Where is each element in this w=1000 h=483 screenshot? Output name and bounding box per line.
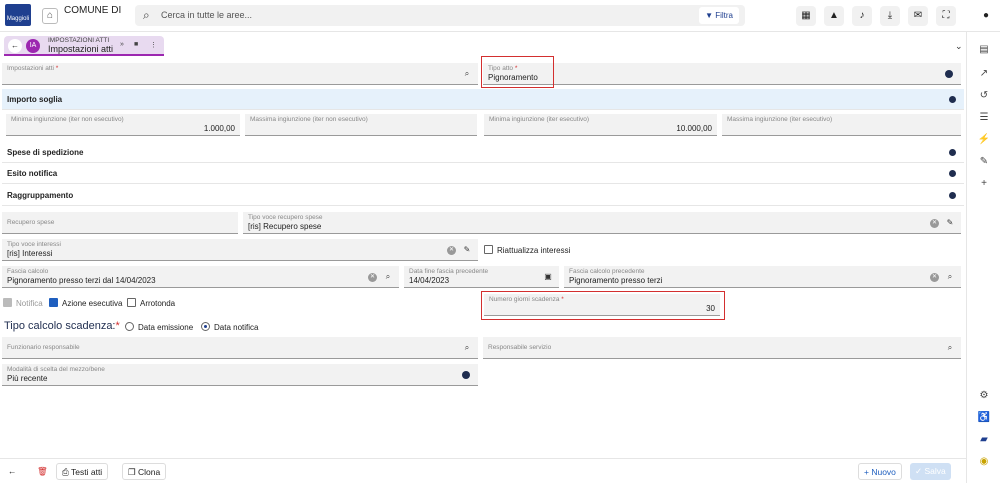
bell-icon[interactable]: ♪ [852,6,872,26]
search-icon[interactable]: ⌕ [462,69,472,79]
recupero-spese-field[interactable]: Recupero spese [2,212,238,234]
clona-button[interactable]: ❐ Clona [122,463,167,480]
data-fine-field[interactable]: Data fine fascia precedente 14/04/2023 ▣ [404,266,559,288]
download-icon[interactable]: ⤓ [880,6,900,26]
building-icon[interactable]: ⌂ [42,8,58,24]
clear-icon[interactable]: ✕ [930,273,939,282]
delete-icon[interactable]: 🗑 [32,463,53,480]
mail-icon[interactable]: ✉ [908,6,928,26]
section-spese-spedizione[interactable]: Spese di spedizione [2,142,964,163]
clear-icon[interactable]: ✕ [447,246,456,255]
expand-icon[interactable] [949,170,956,177]
fullscreen-icon[interactable]: ⛶ [936,6,956,26]
dropdown-icon[interactable] [945,70,953,78]
edit-icon[interactable]: ✎ [462,245,472,255]
section-esito-notifica[interactable]: Esito notifica [2,163,964,184]
tab-title: Impostazioni atti [48,44,114,54]
search-icon: ⌕ [143,8,150,22]
max-ing-esec-field[interactable]: Massima ingiunzione (iter esecutivo) [722,114,961,136]
edit-icon[interactable]: ✎ [945,218,955,228]
account-icon[interactable]: ● [976,6,996,26]
right-rail: ▤ ↗ ↺ ☰ ⚡ ✎ + ⚙ ♿ ▰ ◉ [966,32,1000,483]
list-icon[interactable]: ☰ [976,110,992,126]
riattualizza-checkbox[interactable]: Riattualizza interessi [484,245,570,256]
tipo-voce-interessi-field[interactable]: Tipo voce interessi [ris] Interessi ✕ ✎ [2,239,478,261]
modalita-field[interactable]: Modalità di scelta del mezzo/bene Più re… [2,364,478,386]
nuovo-button[interactable]: + Nuovo [858,463,902,480]
tipo-calcolo-label: Tipo calcolo scadenza:* [4,320,120,332]
plug-icon[interactable]: ⚡ [976,132,992,148]
bottom-bar: ← 🗑 ⎙ Testi atti ❐ Clona + Nuovo ✓ Salva [0,458,966,483]
dropdown-icon[interactable] [462,371,470,379]
responsabile-field[interactable]: Responsabile servizio ⌕ [483,337,961,359]
tipo-atto-field[interactable]: Tipo atto * Pignoramento [483,63,961,85]
global-search[interactable]: ⌕ Cerca in tutte le aree... ▼ Filtra [135,5,745,26]
arrotonda-checkbox[interactable]: Arrotonda [127,298,175,309]
edit-doc-icon[interactable]: ✎ [976,154,992,170]
calendar-icon[interactable]: ▣ [543,272,553,282]
expand-icon[interactable] [949,192,956,199]
gear-icon[interactable]: ⚙ [976,388,992,404]
funzionario-field[interactable]: Funzionario responsabile ⌕ [2,337,478,359]
testi-atti-button[interactable]: ⎙ Testi atti [56,463,109,480]
double-arrow-icon[interactable]: » [120,41,124,48]
tab-badge: IA [26,39,40,53]
notifica-checkbox[interactable]: Notifica [3,298,43,309]
radio-data-notifica[interactable]: Data notifica [201,322,258,333]
more-vert-icon[interactable]: ⋮ [150,41,157,49]
chat-icon[interactable]: ▰ [976,432,992,448]
min-ing-esec-field[interactable]: Minima ingiunzione (iter esecutivo) 10.0… [484,114,717,136]
fascia-prec-field[interactable]: Fascia calcolo precedente Pignoramento p… [564,266,961,288]
accessibility-icon[interactable]: ♿ [976,410,992,426]
clear-icon[interactable]: ✕ [930,219,939,228]
search-placeholder[interactable]: Cerca in tutte le aree... [161,10,252,20]
search-icon[interactable]: ⌕ [945,343,955,353]
clear-icon[interactable]: ✕ [368,273,377,282]
book-icon[interactable]: ▤ [976,42,992,58]
back-arrow-icon[interactable]: ← [8,39,22,53]
trend-icon[interactable]: ↗ [976,66,992,82]
history-icon[interactable]: ↺ [976,88,992,104]
highlight-box-numero-giorni [481,291,725,320]
radio-data-emissione[interactable]: Data emissione [125,322,193,333]
fascia-calcolo-field[interactable]: Fascia calcolo Pignoramento presso terzi… [2,266,399,288]
add-icon[interactable]: + [976,176,992,192]
search-icon[interactable]: ⌕ [462,343,472,353]
bookmark-icon[interactable]: ■ [134,41,138,48]
maggioli-logo: Maggioli [5,4,31,26]
search-icon[interactable]: ⌕ [383,272,393,282]
impostazioni-atti-field[interactable]: Impostazioni atti * ⌕ [2,63,478,85]
help-icon[interactable]: ◉ [976,454,992,470]
chevron-down-icon[interactable]: ⌄ [955,41,963,52]
collapse-icon[interactable] [949,96,956,103]
comune-label: COMUNE DI [64,5,122,16]
search-icon[interactable]: ⌕ [945,272,955,282]
azione-esecutiva-checkbox[interactable]: Azione esecutiva [49,298,122,309]
section-importo-soglia[interactable]: Importo soglia [2,89,964,110]
max-ing-non-esec-field[interactable]: Massima ingiunzione (iter non esecutivo) [245,114,477,136]
warning-icon[interactable]: ▲ [824,6,844,26]
expand-icon[interactable] [949,149,956,156]
tipo-voce-recupero-field[interactable]: Tipo voce recupero spese [ris] Recupero … [243,212,961,234]
highlight-box-tipo-atto [481,56,554,88]
tab-subtitle: IMPOSTAZIONI ATTI [48,37,110,44]
grid-icon[interactable]: ▦ [796,6,816,26]
filter-button[interactable]: ▼ Filtra [699,7,739,24]
tab-impostazioni-atti[interactable]: ← IA IMPOSTAZIONI ATTI Impostazioni atti… [4,36,164,56]
back-arrow-icon[interactable]: ← [3,463,22,480]
salva-button[interactable]: ✓ Salva [910,463,951,480]
min-ing-non-esec-field[interactable]: Minima ingiunzione (iter non esecutivo) … [6,114,240,136]
top-bar: Maggioli ⌂ COMUNE DI ⌕ Cerca in tutte le… [0,0,1000,32]
section-raggruppamento[interactable]: Raggruppamento [2,185,964,206]
